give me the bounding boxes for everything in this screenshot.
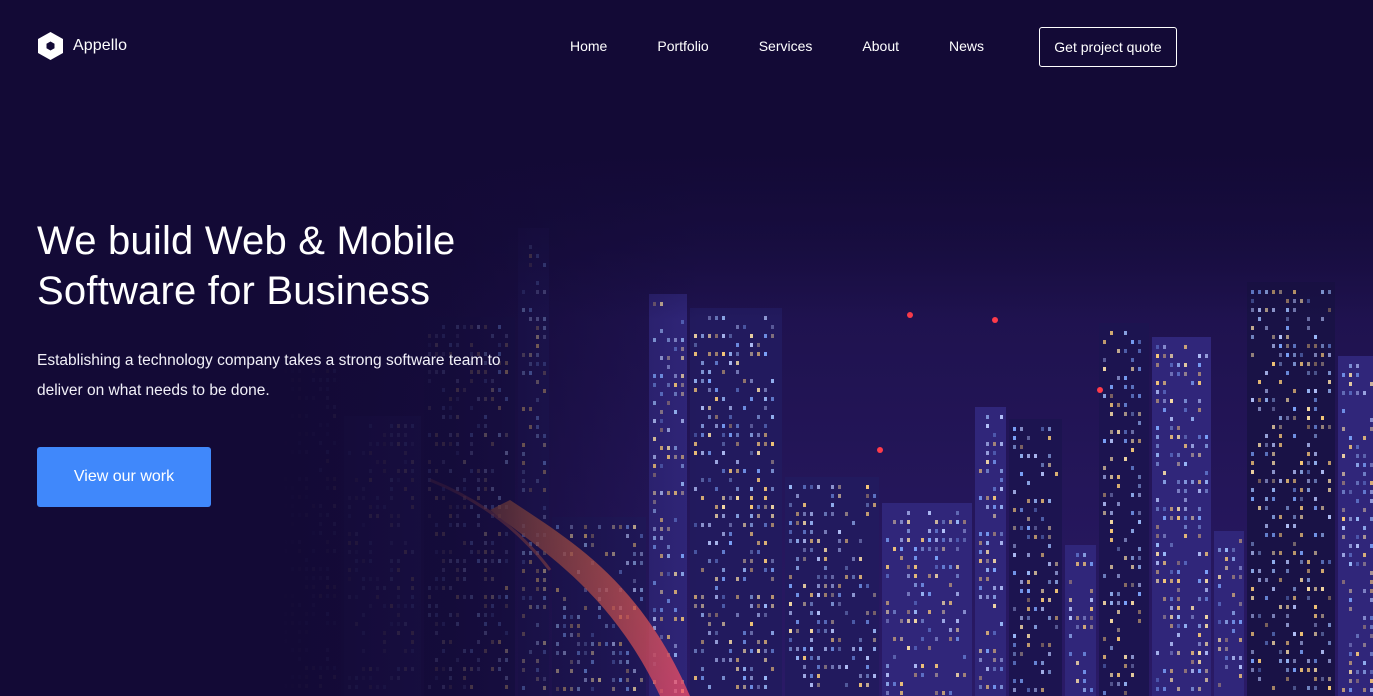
hexagon-logo-icon [38, 32, 63, 60]
view-our-work-button[interactable]: View our work [37, 447, 211, 507]
nav-item-portfolio[interactable]: Portfolio [657, 38, 708, 54]
nav-item-home[interactable]: Home [570, 38, 607, 54]
landing-page: Appello Home Portfolio Services About Ne… [0, 0, 1373, 696]
nav-item-about[interactable]: About [862, 38, 899, 54]
hero-description: Establishing a technology company takes … [37, 346, 557, 406]
hero-title-line-1: We build Web & Mobile [37, 219, 456, 263]
get-project-quote-button[interactable]: Get project quote [1039, 27, 1177, 67]
nav-item-services[interactable]: Services [759, 38, 813, 54]
hero-title: We build Web & Mobile Software for Busin… [37, 216, 557, 316]
hero-description-line-2: deliver on what needs to be done. [37, 382, 270, 399]
hero-description-line-1: Establishing a technology company takes … [37, 352, 501, 369]
site-header: Appello Home Portfolio Services About Ne… [0, 0, 1373, 92]
brand-logo-link[interactable]: Appello [37, 31, 127, 61]
hero-section: We build Web & Mobile Software for Busin… [37, 216, 557, 507]
hero-title-line-2: Software for Business [37, 269, 431, 313]
main-nav: Home Portfolio Services About News [570, 38, 1034, 54]
nav-item-news[interactable]: News [949, 38, 984, 54]
brand-name: Appello [73, 37, 128, 54]
